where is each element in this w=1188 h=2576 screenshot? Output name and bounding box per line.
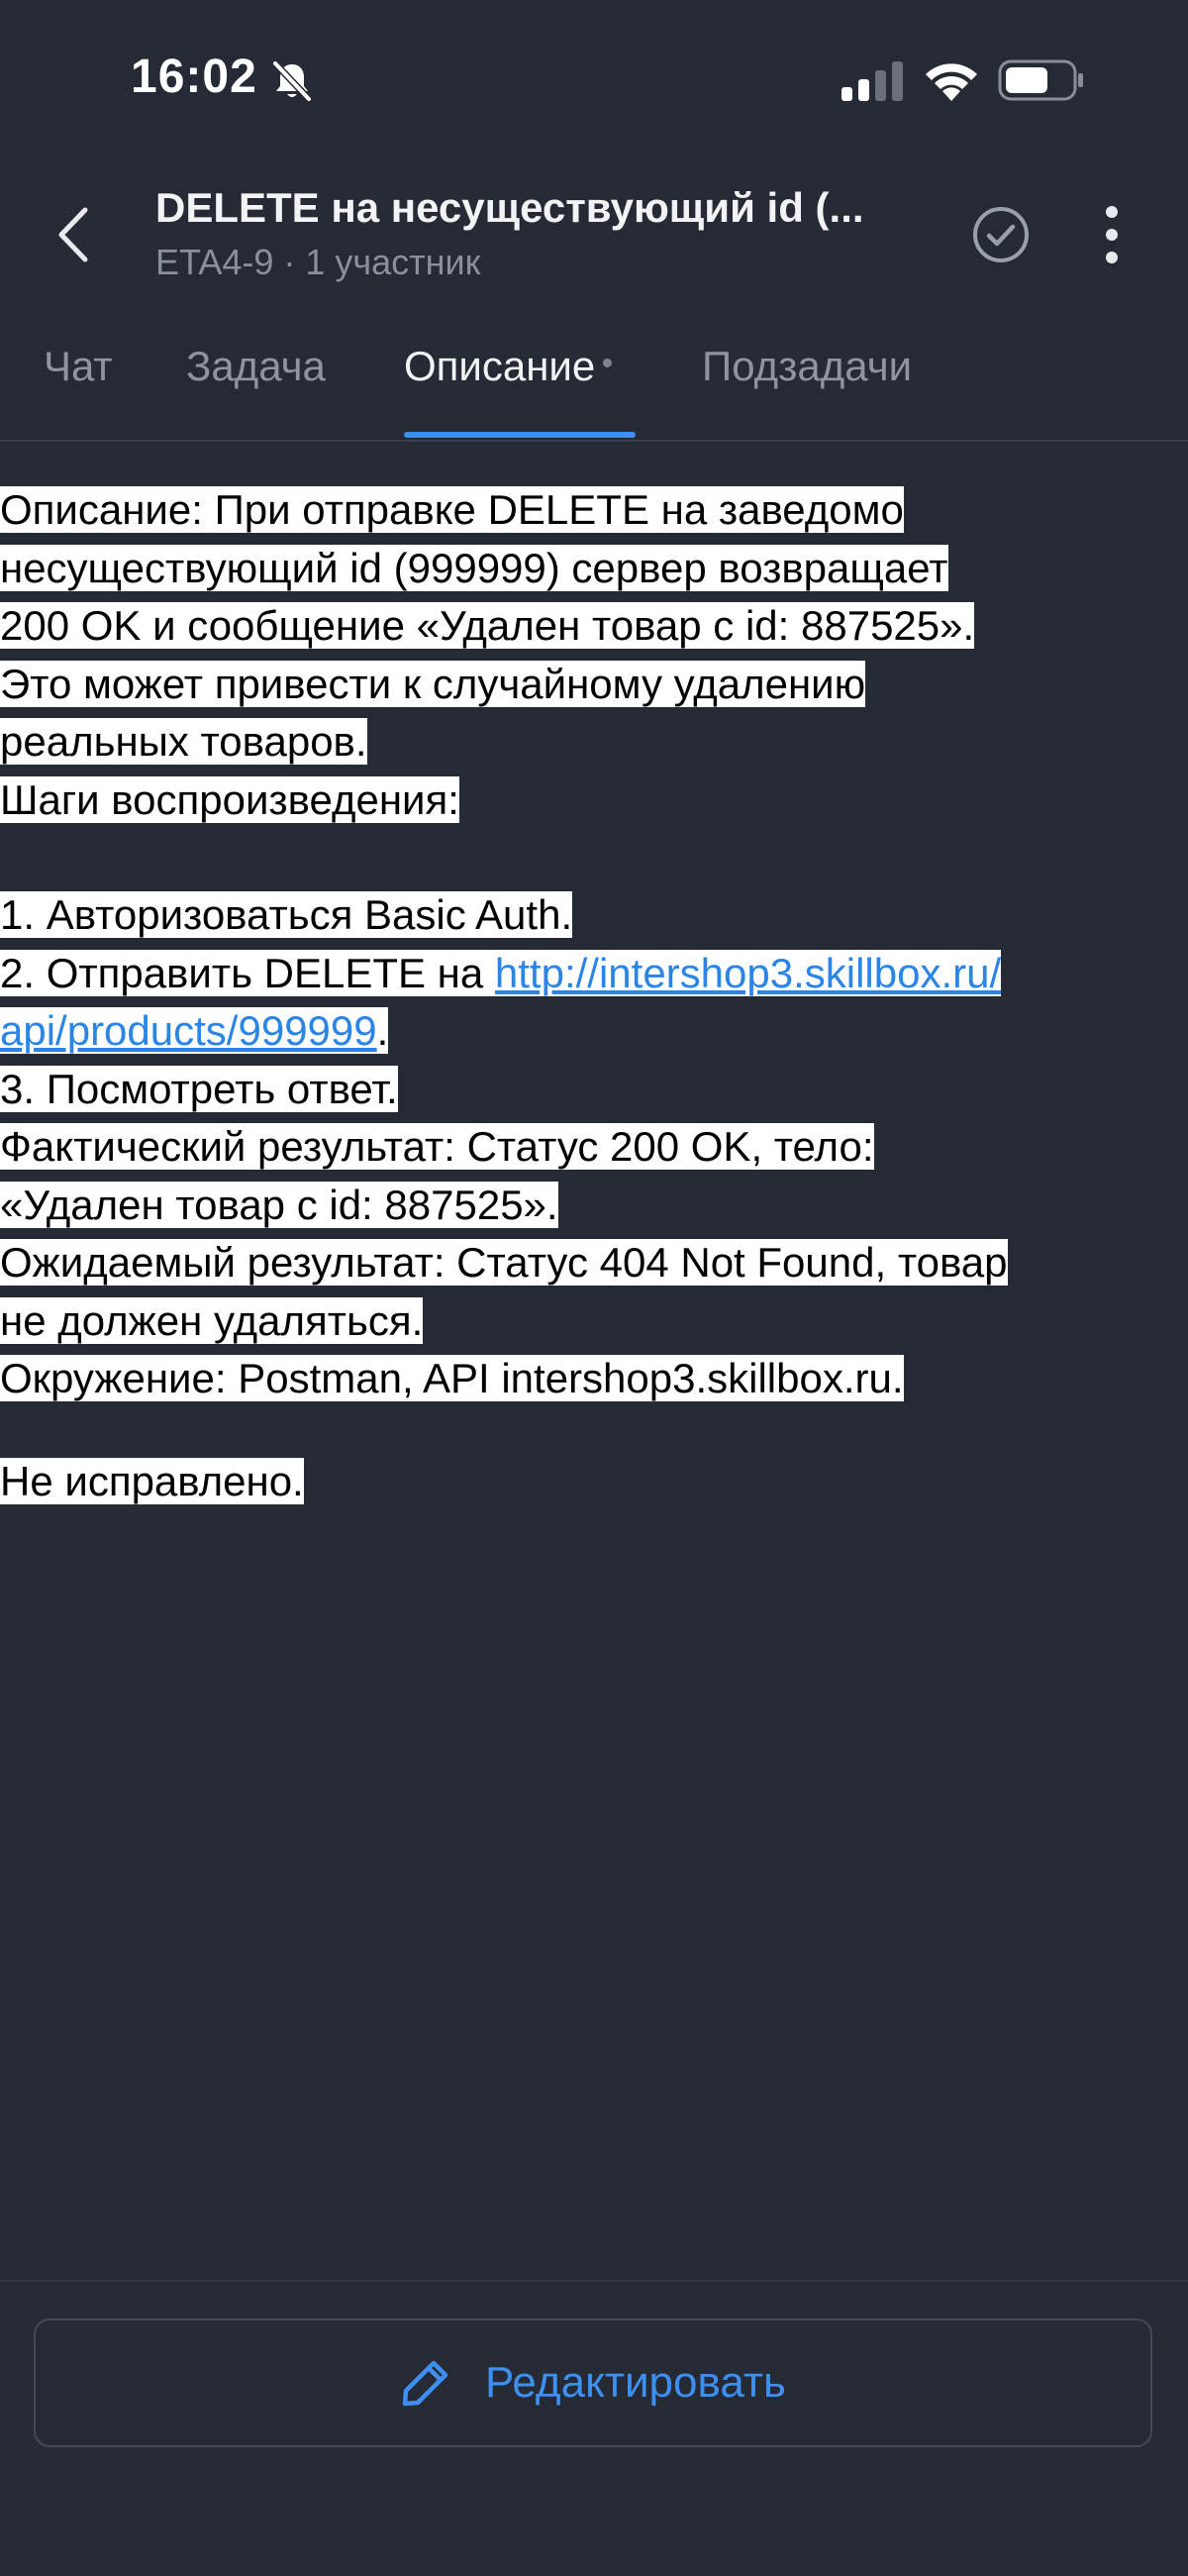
description-line: 200 OK и сообщение «Удален товар с id: 8… bbox=[0, 602, 975, 649]
expected-result: Ожидаемый результат: Статус 404 Not Foun… bbox=[0, 1239, 1008, 1286]
status-bar: 16:02 bbox=[0, 0, 1188, 158]
tab-subtasks-label: Подзадачи bbox=[702, 343, 913, 389]
tab-subtasks[interactable]: Подзадачи bbox=[702, 343, 912, 390]
endpoint-link-continued[interactable]: api/products/999999 bbox=[0, 1007, 377, 1054]
cellular-signal-icon bbox=[842, 61, 903, 101]
pencil-icon bbox=[402, 2360, 448, 2407]
step-item: 2. Отправить DELETE на http://intershop3… bbox=[0, 949, 1002, 996]
unsaved-dot-indicator bbox=[603, 359, 613, 368]
page-title: DELETE на несуществующий id (... bbox=[155, 184, 864, 231]
edit-button-label: Редактировать bbox=[485, 2358, 786, 2407]
description-line: реальных товаров. bbox=[0, 718, 367, 765]
expected-result-continued: не должен удаляться. bbox=[0, 1296, 424, 1344]
step-item: 1. Авторизоваться Basic Auth. bbox=[0, 891, 573, 938]
step-item: 3. Посмотреть ответ. bbox=[0, 1065, 398, 1112]
actual-result-continued: «Удален товар с id: 887525». bbox=[0, 1181, 558, 1228]
steps-heading: Шаги воспроизведения: bbox=[0, 775, 459, 823]
tab-bar: Чат Задача Описание Подзадачи bbox=[0, 317, 1188, 442]
complete-task-button[interactable] bbox=[970, 204, 1032, 265]
edit-button[interactable]: Редактировать bbox=[34, 2318, 1152, 2447]
description-line: Это может привести к случайному удалению bbox=[0, 660, 866, 707]
tab-description[interactable]: Описание bbox=[404, 343, 613, 390]
status-time: 16:02 bbox=[131, 51, 257, 103]
step-item-continued: api/products/999999. bbox=[0, 1007, 389, 1054]
description-body[interactable]: Описание: При отправке DELETE на заведом… bbox=[0, 481, 1188, 1510]
description-line: несуществующий id (999999) сервер возвра… bbox=[0, 544, 948, 591]
active-tab-indicator bbox=[404, 432, 636, 438]
wifi-icon bbox=[926, 63, 977, 101]
back-button[interactable] bbox=[44, 200, 103, 269]
header: DELETE на несуществующий id (... ETA4-9 … bbox=[0, 168, 1188, 297]
chevron-left-icon bbox=[58, 207, 88, 262]
bell-muted-icon bbox=[271, 59, 313, 103]
endpoint-link[interactable]: http://intershop3.skillbox.ru/ bbox=[494, 949, 1002, 996]
tab-description-label: Описание bbox=[404, 343, 596, 389]
tab-chat[interactable]: Чат bbox=[44, 343, 113, 390]
actual-result: Фактический результат: Статус 200 OK, те… bbox=[0, 1123, 874, 1170]
bottom-divider bbox=[0, 2280, 1188, 2282]
tab-task[interactable]: Задача bbox=[186, 343, 326, 390]
status-note: Не исправлено. bbox=[0, 1457, 304, 1504]
description-line: Описание: При отправке DELETE на заведом… bbox=[0, 486, 904, 533]
task-subtitle: ETA4-9 · 1 участник bbox=[155, 242, 481, 282]
environment-line: Окружение: Postman, API intershop3.skill… bbox=[0, 1355, 904, 1401]
battery-icon bbox=[998, 59, 1083, 101]
tab-task-label: Задача bbox=[186, 343, 326, 389]
more-options-button[interactable] bbox=[1087, 202, 1137, 267]
tab-chat-label: Чат bbox=[44, 343, 113, 389]
